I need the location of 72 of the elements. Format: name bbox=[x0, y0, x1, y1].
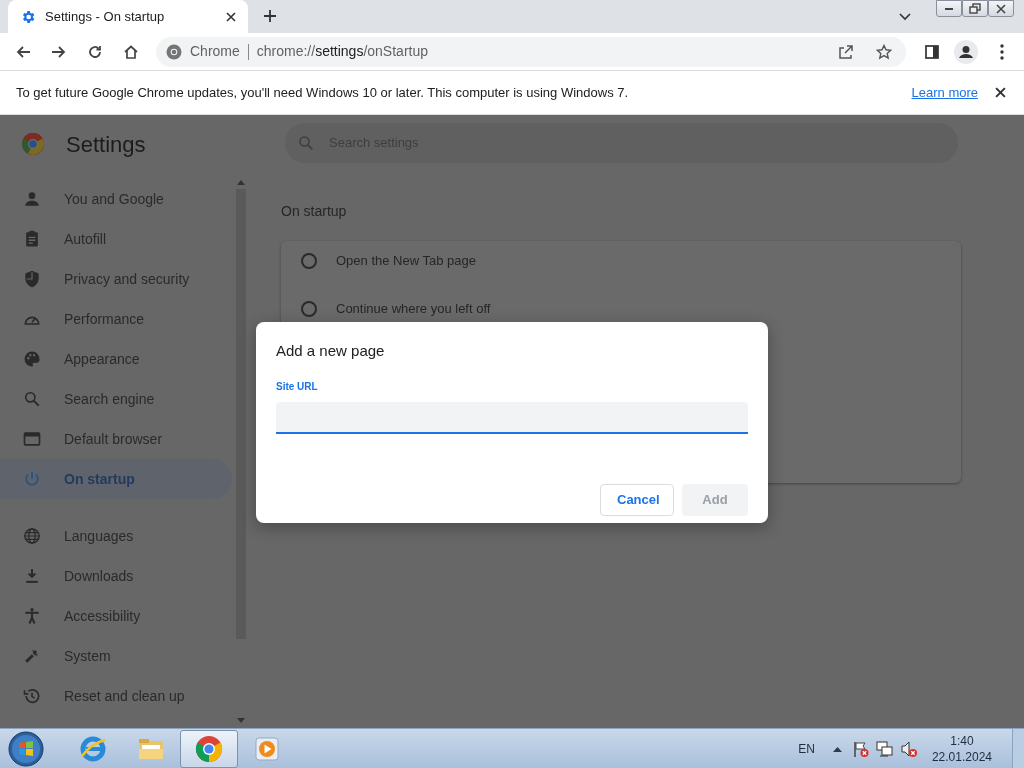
nav-item[interactable]: Default browser bbox=[0, 419, 232, 459]
nav-item[interactable]: Languages bbox=[0, 516, 232, 556]
star-icon[interactable] bbox=[876, 43, 892, 60]
nav-item[interactable]: You and Google bbox=[0, 179, 232, 219]
radio-label: Open the New Tab page bbox=[336, 252, 476, 271]
profile-avatar-icon[interactable] bbox=[954, 39, 978, 64]
nav-item[interactable]: On startup bbox=[0, 459, 232, 499]
taskbar-app-button[interactable] bbox=[180, 729, 238, 768]
gear-icon bbox=[20, 8, 36, 25]
history-icon bbox=[22, 686, 42, 706]
site-url-input[interactable] bbox=[276, 401, 748, 434]
network-icon[interactable] bbox=[875, 739, 894, 758]
field-label: Site URL bbox=[276, 379, 319, 394]
palette-icon bbox=[22, 349, 42, 369]
nav-item[interactable]: Downloads bbox=[0, 556, 232, 596]
reload-icon[interactable] bbox=[86, 43, 104, 60]
side-panel-icon[interactable] bbox=[924, 43, 940, 60]
settings-title: Settings bbox=[66, 130, 146, 159]
search-icon bbox=[297, 134, 315, 152]
radio-button[interactable] bbox=[301, 301, 317, 317]
clock[interactable]: 1:40 22.01.2024 bbox=[931, 732, 992, 765]
nav-item[interactable]: Privacy and security bbox=[0, 259, 232, 299]
accessibility-icon bbox=[22, 606, 42, 626]
speaker-muted-icon[interactable] bbox=[899, 739, 918, 758]
minimize-icon bbox=[945, 7, 953, 10]
action-center-icon[interactable] bbox=[851, 739, 870, 758]
scroll-up-icon bbox=[237, 179, 245, 185]
restore-icon bbox=[968, 2, 982, 15]
chevron-down-icon[interactable] bbox=[899, 13, 911, 21]
nav-item[interactable]: Appearance bbox=[0, 339, 232, 379]
site-chip-label: Chrome bbox=[190, 42, 240, 61]
radio-label: Continue where you left off bbox=[336, 300, 491, 319]
plus-icon[interactable] bbox=[263, 9, 277, 23]
close-icon[interactable] bbox=[226, 11, 236, 22]
nav-item[interactable]: Reset and clean up bbox=[0, 676, 232, 716]
browser-tab[interactable]: Settings - On startup bbox=[8, 0, 248, 33]
nav-item[interactable]: Performance bbox=[0, 299, 232, 339]
close-icon[interactable] bbox=[995, 87, 1006, 98]
url-text: chrome://settings/onStartup bbox=[256, 42, 429, 61]
nav-item[interactable]: Autofill bbox=[0, 219, 232, 259]
chrome-logo-icon bbox=[22, 133, 44, 155]
forward-icon[interactable] bbox=[50, 43, 68, 60]
more-menu-icon[interactable] bbox=[1000, 43, 1004, 60]
restore-button[interactable] bbox=[962, 0, 988, 17]
browser-window-icon bbox=[22, 429, 42, 449]
tray-expand-icon[interactable] bbox=[832, 745, 842, 752]
share-icon[interactable] bbox=[838, 43, 854, 60]
learn-more-link[interactable]: Learn more bbox=[911, 82, 978, 103]
nav-item[interactable]: System bbox=[0, 636, 232, 676]
language-indicator[interactable]: EN bbox=[798, 739, 815, 758]
address-bar[interactable]: Chrome chrome://settings/onStartup bbox=[156, 36, 906, 67]
scroll-down-icon bbox=[237, 718, 245, 724]
minimize-button[interactable] bbox=[936, 0, 962, 17]
search-icon bbox=[22, 389, 42, 409]
home-icon[interactable] bbox=[122, 43, 140, 60]
chrome-logo-icon bbox=[194, 733, 224, 764]
start-orb-icon[interactable] bbox=[8, 730, 44, 767]
close-icon bbox=[994, 2, 1008, 15]
dialog-button[interactable]: Cancel bbox=[600, 483, 674, 516]
shield-icon bbox=[22, 269, 42, 289]
nav-item[interactable]: Accessibility bbox=[0, 596, 232, 636]
back-icon[interactable] bbox=[14, 43, 32, 60]
tab-title: Settings - On startup bbox=[45, 7, 166, 26]
section-title: On startup bbox=[281, 202, 348, 221]
person-icon bbox=[22, 189, 42, 209]
info-bar-message: To get future Google Chrome updates, you'll need Windows 10 or later. This computer is using Windows 7. bbox=[16, 83, 630, 102]
radio-button[interactable] bbox=[301, 253, 317, 269]
nav-item[interactable]: Search engine bbox=[0, 379, 232, 419]
globe-icon bbox=[22, 526, 42, 546]
dialog-title: Add a new page bbox=[276, 341, 386, 361]
close-button[interactable] bbox=[988, 0, 1014, 17]
chrome-logo-icon bbox=[166, 43, 182, 60]
